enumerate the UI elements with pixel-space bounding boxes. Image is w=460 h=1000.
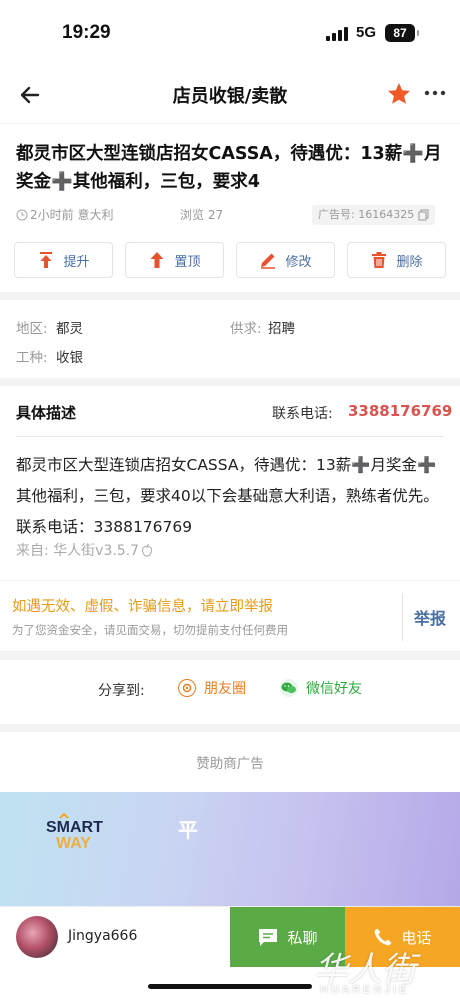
battery-icon: 87: [385, 24, 419, 42]
status-bar: 19:29 5G 87: [0, 0, 460, 68]
phone-number[interactable]: 3388176769: [348, 402, 452, 420]
favorite-star-icon[interactable]: [386, 81, 412, 107]
post-actions: 提升 置顶 修改 删除: [14, 242, 446, 278]
report-button[interactable]: 举报: [414, 605, 446, 629]
phone-label: 联系电话:: [272, 406, 333, 422]
moments-icon: [178, 679, 196, 697]
post-headline: 都灵市区大型连锁店招女CASSA，待遇优：13薪➕月奖金➕其他福利，三包，要求4: [16, 144, 442, 192]
supply-label: 供求:: [230, 321, 262, 337]
username[interactable]: Jingya666: [68, 928, 137, 944]
fraud-warning: 如遇无效、虚假、诈骗信息，请立即举报 为了您资金安全，请见面交易，切勿提前支付任…: [0, 580, 460, 652]
banner-text: 平: [178, 818, 198, 842]
sponsor-banner[interactable]: SMART WAY 平: [0, 792, 460, 906]
section-divider: [0, 652, 460, 660]
moments-label: 朋友圈: [204, 681, 246, 697]
delete-label: 删除: [396, 254, 423, 270]
trash-icon: [372, 252, 387, 268]
warning-title: 如遇无效、虚假、诈骗信息，请立即举报: [12, 599, 273, 615]
source-text: 来自: 华人街v3.5.7: [16, 543, 140, 559]
ad-number-text: 广告号: 16164325: [318, 208, 415, 221]
network-type: 5G: [356, 24, 377, 41]
wechat-label: 微信好友: [306, 681, 362, 697]
wechat-icon: [280, 679, 298, 697]
more-dots-icon[interactable]: [424, 80, 446, 106]
delete-button[interactable]: 删除: [347, 242, 446, 278]
share-moments-button[interactable]: 朋友圈: [178, 678, 246, 698]
description-title: 具体描述: [16, 404, 77, 422]
description-body: 都灵市区大型连锁店招女CASSA，待遇优：13薪➕月奖金➕其他福利，三包，要求4…: [16, 456, 439, 536]
jobtype-label: 工种:: [16, 350, 48, 366]
share-label: 分享到:: [98, 683, 145, 699]
nav-bar: 店员收银/卖散: [0, 68, 460, 124]
home-indicator[interactable]: [148, 984, 312, 989]
copy-icon[interactable]: [418, 209, 429, 221]
edit-pencil-icon: [261, 253, 276, 269]
clock-icon: [16, 209, 28, 220]
region-value: 都灵: [56, 321, 83, 337]
post-time-text: 2小时前 意大利: [30, 208, 114, 222]
warning-subtitle: 为了您资金安全，请见面交易，切勿提前支付任何费用: [12, 623, 288, 637]
post-time-location: 2小时前 意大利: [16, 206, 113, 223]
smartway-logo: SMART WAY: [46, 812, 103, 852]
pin-top-icon: [150, 252, 164, 268]
edit-label: 修改: [285, 254, 312, 270]
pin-top-label: 置顶: [174, 254, 201, 270]
ad-number[interactable]: 广告号: 16164325: [312, 205, 436, 225]
boost-button[interactable]: 提升: [14, 242, 113, 278]
region-label: 地区:: [16, 321, 48, 337]
source-app: 来自: 华人街v3.5.7: [16, 540, 153, 560]
watermark-en: HUARENJIE: [320, 984, 410, 996]
post-views: 浏览 27: [180, 208, 224, 222]
chat-bubble-icon: [259, 929, 278, 946]
jobtype-value: 收银: [56, 350, 83, 366]
svg-text:WAY: WAY: [56, 835, 91, 852]
section-divider: [0, 378, 460, 386]
vertical-divider: [402, 593, 403, 641]
watermark: 华人街 HUARENJIE: [306, 942, 456, 998]
supply-value: 招聘: [268, 321, 295, 337]
edit-button[interactable]: 修改: [236, 242, 335, 278]
svg-text:SMART: SMART: [46, 819, 103, 836]
sponsor-title: 赞助商广告: [196, 756, 264, 772]
pin-top-button[interactable]: 置顶: [125, 242, 224, 278]
divider: [16, 436, 444, 437]
share-wechat-button[interactable]: 微信好友: [280, 678, 362, 698]
status-time: 19:29: [62, 22, 111, 43]
boost-label: 提升: [63, 254, 90, 270]
section-divider: [0, 724, 460, 732]
section-divider: [0, 292, 460, 300]
boost-icon: [40, 252, 53, 268]
signal-icon: [326, 27, 348, 41]
apple-icon: [142, 543, 153, 557]
avatar[interactable]: [16, 916, 58, 958]
